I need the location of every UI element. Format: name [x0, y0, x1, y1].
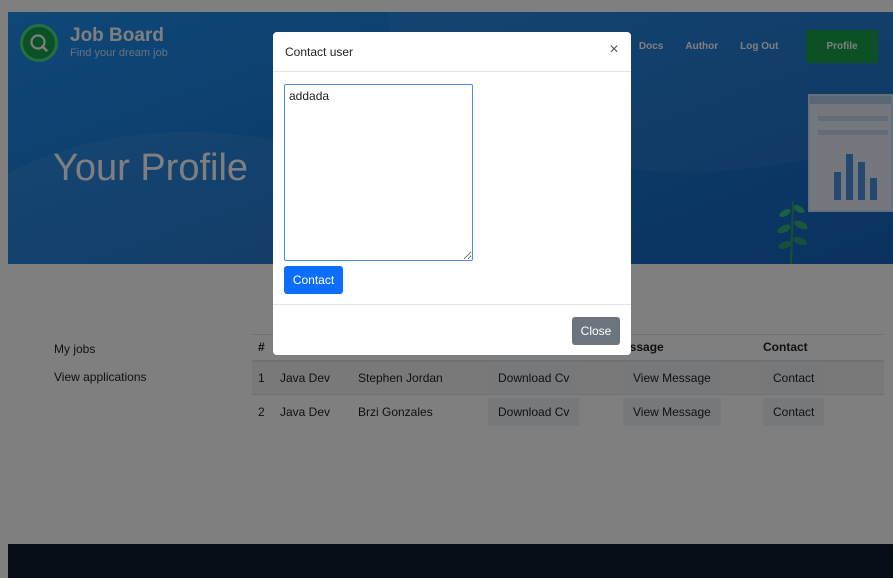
- close-button[interactable]: Close: [572, 317, 620, 345]
- contact-user-modal: Contact user × addada Contact Close: [273, 32, 631, 355]
- modal-header: Contact user ×: [273, 32, 631, 72]
- modal-title: Contact user: [285, 45, 353, 59]
- message-textarea[interactable]: addada: [284, 84, 473, 261]
- close-icon[interactable]: ×: [607, 43, 621, 57]
- modal-footer: Close: [273, 304, 631, 355]
- contact-submit-button[interactable]: Contact: [284, 266, 343, 294]
